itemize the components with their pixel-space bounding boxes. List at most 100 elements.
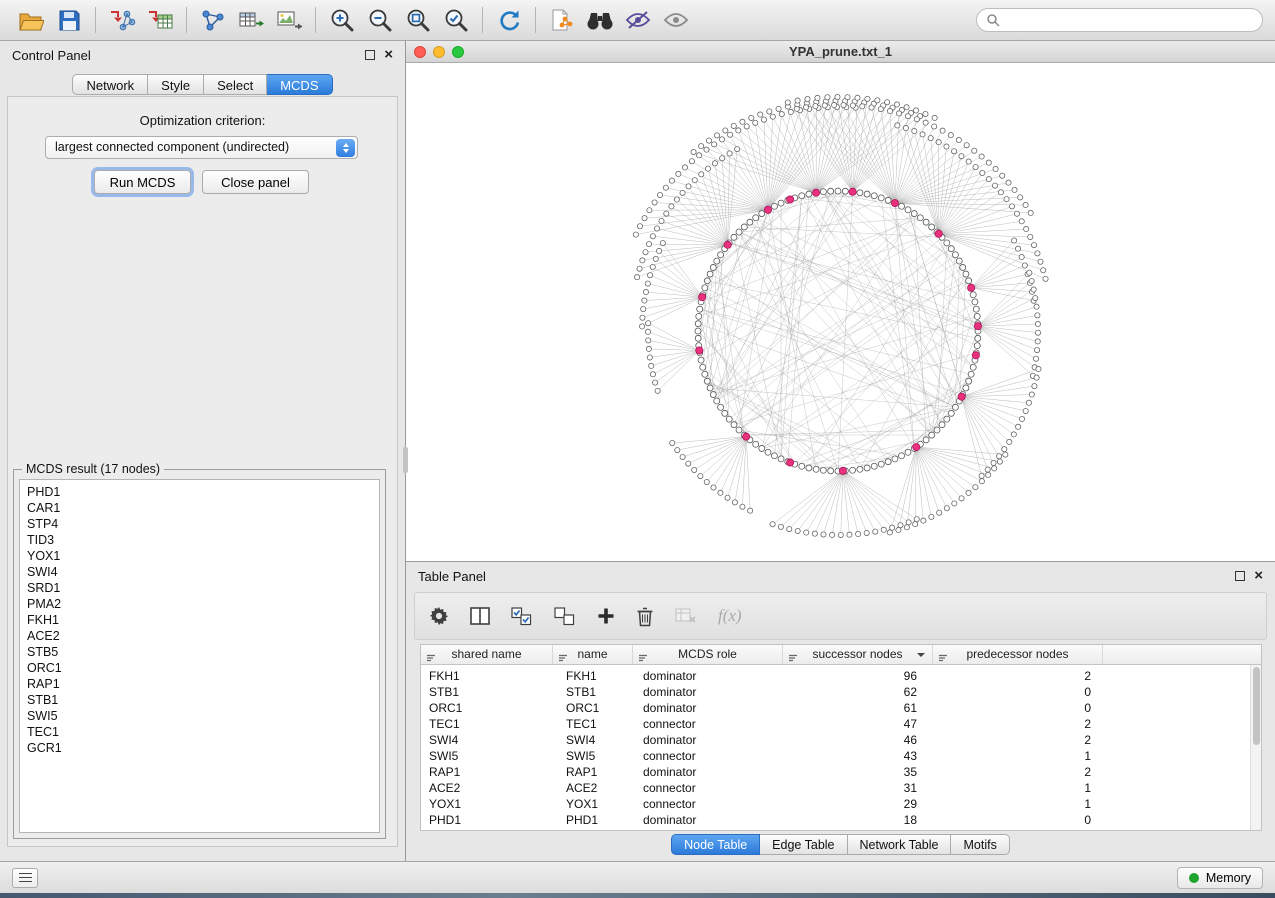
network-node[interactable] — [647, 208, 652, 213]
network-node[interactable] — [871, 463, 877, 469]
network-node[interactable] — [689, 159, 694, 164]
network-node[interactable] — [891, 200, 898, 207]
export-document-button[interactable] — [543, 3, 581, 37]
column-sort-icon[interactable] — [788, 650, 798, 669]
network-node[interactable] — [664, 211, 669, 216]
network-node[interactable] — [794, 106, 799, 111]
network-node[interactable] — [940, 128, 945, 133]
network-node[interactable] — [890, 525, 895, 530]
network-node[interactable] — [788, 109, 793, 114]
network-node[interactable] — [1026, 400, 1031, 405]
column-sort-icon[interactable] — [638, 650, 648, 669]
network-node[interactable] — [864, 465, 870, 471]
delete-column-button[interactable] — [636, 606, 654, 627]
network-node[interactable] — [838, 532, 843, 537]
table-row[interactable]: SWI4SWI4dominator462 — [421, 732, 1261, 748]
network-node[interactable] — [968, 284, 975, 291]
network-node[interactable] — [799, 193, 805, 199]
network-node[interactable] — [640, 258, 645, 263]
network-node[interactable] — [1031, 287, 1036, 292]
network-node[interactable] — [1014, 211, 1019, 216]
network-node[interactable] — [923, 120, 928, 125]
network-node[interactable] — [979, 479, 984, 484]
network-node[interactable] — [895, 123, 900, 128]
network-node[interactable] — [776, 106, 781, 111]
network-node[interactable] — [714, 133, 719, 138]
network-node[interactable] — [973, 165, 978, 170]
network-node[interactable] — [914, 517, 919, 522]
network-node[interactable] — [1019, 416, 1024, 421]
network-node[interactable] — [736, 229, 742, 235]
network-node[interactable] — [692, 178, 697, 183]
network-node[interactable] — [1002, 447, 1007, 452]
network-node[interactable] — [820, 467, 826, 473]
network-node[interactable] — [873, 529, 878, 534]
network-node[interactable] — [655, 388, 660, 393]
network-node[interactable] — [704, 147, 709, 152]
network-node[interactable] — [648, 273, 653, 278]
mcds-result-item[interactable]: TEC1 — [27, 724, 379, 740]
network-node[interactable] — [650, 234, 655, 239]
network-node[interactable] — [711, 485, 716, 490]
search-box[interactable] — [976, 8, 1263, 32]
network-node[interactable] — [785, 100, 790, 105]
network-node[interactable] — [812, 189, 819, 196]
network-node[interactable] — [1004, 197, 1009, 202]
network-node[interactable] — [1043, 276, 1048, 281]
network-node[interactable] — [956, 258, 962, 264]
network-node[interactable] — [1007, 439, 1012, 444]
network-node[interactable] — [913, 443, 920, 450]
network-node[interactable] — [680, 454, 685, 459]
network-node[interactable] — [1012, 238, 1017, 243]
sort-direction-icon[interactable] — [917, 653, 925, 657]
network-node[interactable] — [1009, 204, 1014, 209]
memory-button[interactable]: Memory — [1177, 867, 1263, 889]
network-node[interactable] — [637, 224, 642, 229]
network-node[interactable] — [1019, 219, 1024, 224]
table-tab-motifs[interactable]: Motifs — [951, 834, 1009, 855]
network-node[interactable] — [998, 190, 1003, 195]
network-node[interactable] — [806, 465, 812, 471]
table-scrollbar[interactable] — [1250, 665, 1261, 830]
network-node[interactable] — [966, 378, 972, 384]
network-node[interactable] — [799, 463, 805, 469]
mcds-result-item[interactable]: SWI5 — [27, 708, 379, 724]
network-node[interactable] — [726, 416, 732, 422]
network-node[interactable] — [970, 364, 976, 370]
network-node[interactable] — [670, 440, 675, 445]
network-node[interactable] — [972, 148, 977, 153]
network-node[interactable] — [642, 216, 647, 221]
network-node[interactable] — [743, 433, 750, 440]
network-node[interactable] — [705, 166, 710, 171]
close-panel-icon[interactable]: × — [384, 50, 393, 60]
network-node[interactable] — [699, 172, 704, 177]
network-node[interactable] — [706, 138, 711, 143]
network-node[interactable] — [921, 518, 926, 523]
column-sort-icon[interactable] — [938, 650, 948, 669]
network-node[interactable] — [835, 188, 841, 194]
network-node[interactable] — [952, 404, 958, 410]
network-node[interactable] — [964, 143, 969, 148]
mcds-result-item[interactable]: PMA2 — [27, 596, 379, 612]
network-node[interactable] — [944, 240, 950, 246]
network-node[interactable] — [720, 156, 725, 161]
network-node[interactable] — [778, 200, 784, 206]
network-node[interactable] — [975, 335, 981, 341]
network-node[interactable] — [847, 532, 852, 537]
network-node[interactable] — [697, 306, 703, 312]
network-node[interactable] — [821, 532, 826, 537]
network-node[interactable] — [682, 165, 687, 170]
network-node[interactable] — [1006, 180, 1011, 185]
hide-details-button[interactable] — [619, 3, 657, 37]
network-node[interactable] — [771, 453, 777, 459]
table-row[interactable]: FKH1FKH1dominator962 — [421, 668, 1261, 684]
network-node[interactable] — [920, 132, 925, 137]
network-node[interactable] — [986, 177, 991, 182]
column-header-successor-nodes[interactable]: successor nodes — [783, 645, 933, 664]
network-node[interactable] — [972, 299, 978, 305]
network-node[interactable] — [822, 103, 827, 108]
network-node[interactable] — [771, 203, 777, 209]
mcds-result-item[interactable]: SRD1 — [27, 580, 379, 596]
network-node[interactable] — [956, 137, 961, 142]
network-node[interactable] — [903, 125, 908, 130]
